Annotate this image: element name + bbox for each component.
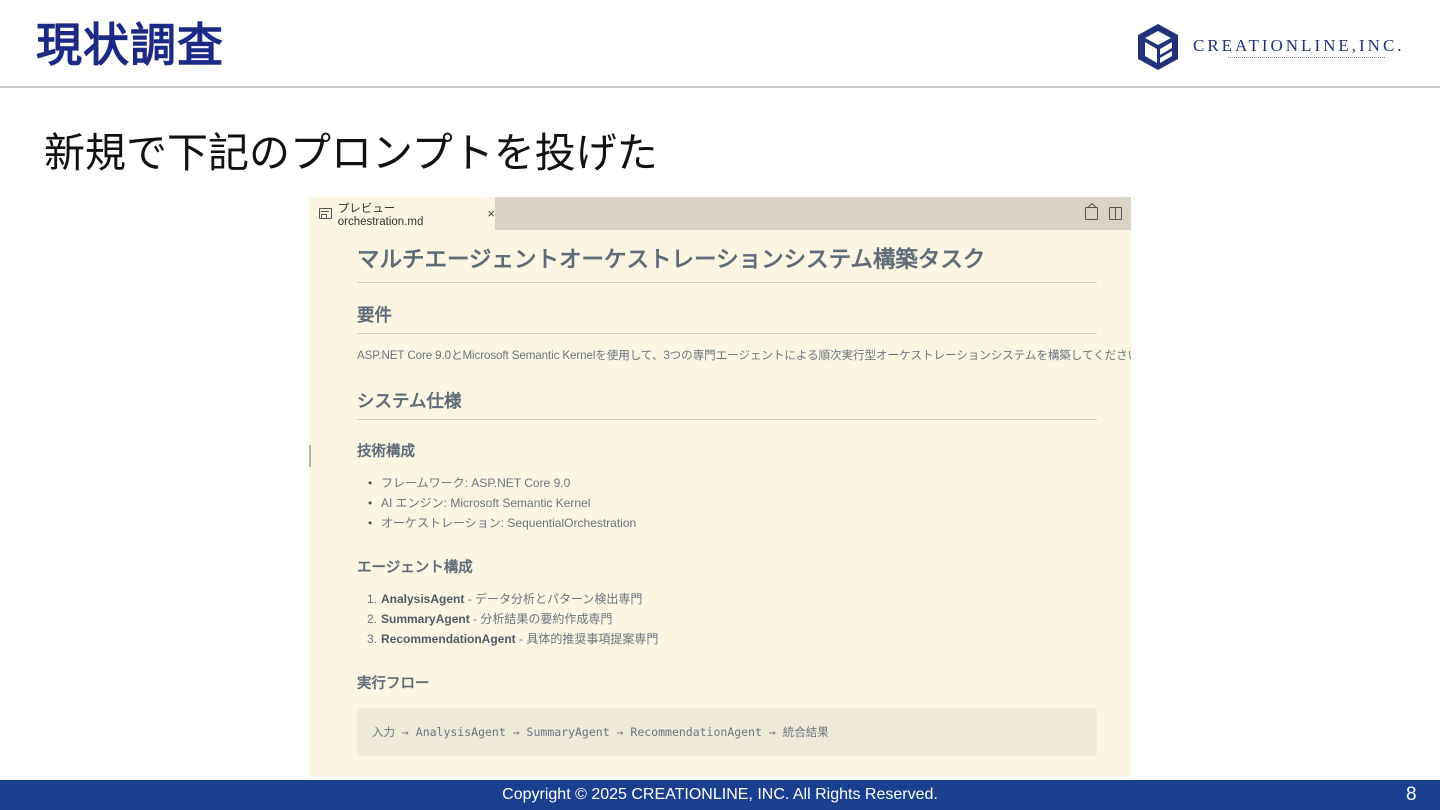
list-number: 2. bbox=[367, 612, 378, 626]
page-number: 8 bbox=[1406, 784, 1417, 805]
tech-list: フレームワーク: ASP.NET Core 9.0 AI エンジン: Micro… bbox=[368, 473, 636, 533]
doc-heading-1: マルチエージェントオーケストレーションシステム構築タスク bbox=[357, 242, 1097, 283]
list-number: 1. bbox=[367, 592, 378, 606]
heading-tech-stack: 技術構成 bbox=[357, 444, 415, 460]
heading-agents: エージェント構成 bbox=[357, 560, 473, 576]
slide-title: 現状調査 bbox=[36, 18, 224, 72]
agent-desc: - 具体的推奨事項提案専門 bbox=[515, 632, 659, 646]
preview-icon bbox=[319, 208, 332, 219]
heading-execution-flow: 実行フロー bbox=[357, 676, 430, 692]
slide-subtitle: 新規で下記のプロンプトを投げた bbox=[44, 129, 658, 177]
open-preview-source-icon[interactable] bbox=[1085, 207, 1098, 220]
list-item: 3. RecommendationAgent - 具体的推奨事項提案専門 bbox=[367, 629, 659, 649]
slide-footer: Copyright © 2025 CREATIONLINE, INC. All … bbox=[0, 780, 1440, 810]
logo-cube-icon bbox=[1138, 24, 1178, 70]
list-item: 1. AnalysisAgent - データ分析とパターン検出専門 bbox=[367, 589, 658, 609]
tab-label: プレビュー orchestration.md bbox=[337, 202, 424, 228]
code-block-flow: 入力 → AnalysisAgent → SummaryAgent → Reco… bbox=[357, 708, 1097, 756]
agent-desc: - 分析結果の要約作成専門 bbox=[469, 612, 613, 626]
markdown-preview-window: プレビュー orchestration.md × マルチエージェントオーケストレ… bbox=[309, 197, 1131, 777]
split-editor-icon[interactable] bbox=[1109, 207, 1122, 220]
heading-system-spec: システム仕様 bbox=[357, 388, 1097, 420]
list-item: フレームワーク: ASP.NET Core 9.0 bbox=[368, 473, 636, 493]
list-item: AI エンジン: Microsoft Semantic Kernel bbox=[368, 493, 636, 513]
company-logo: CREATIONLINE,INC. bbox=[1136, 22, 1421, 72]
heading-requirements: 要件 bbox=[357, 302, 1097, 334]
tab-preview-orchestration[interactable]: プレビュー orchestration.md × bbox=[309, 197, 495, 230]
agent-name: RecommendationAgent bbox=[381, 632, 516, 646]
gutter-marker bbox=[309, 445, 311, 467]
agent-desc: - データ分析とパターン検出専門 bbox=[464, 592, 643, 606]
list-item: オーケストレーション: SequentialOrchestration bbox=[368, 513, 636, 533]
agent-name: AnalysisAgent bbox=[381, 592, 465, 606]
list-number: 3. bbox=[367, 632, 378, 646]
agent-list: 1. AnalysisAgent - データ分析とパターン検出専門 2. Sum… bbox=[367, 589, 659, 649]
requirements-text: ASP.NET Core 9.0とMicrosoft Semantic Kern… bbox=[357, 349, 1131, 362]
agent-name: SummaryAgent bbox=[381, 612, 470, 626]
logo-text: CREATIONLINE,INC. bbox=[1193, 36, 1405, 55]
editor-tabbar: プレビュー orchestration.md × bbox=[309, 197, 1131, 230]
logo-tagline bbox=[1228, 57, 1385, 59]
list-item: 2. SummaryAgent - 分析結果の要約作成専門 bbox=[367, 609, 658, 629]
copyright-text: Copyright © 2025 CREATIONLINE, INC. All … bbox=[502, 786, 938, 803]
slide-header: 現状調査 CREATIONLINE,INC. bbox=[0, 0, 1440, 88]
close-icon[interactable]: × bbox=[487, 206, 495, 221]
